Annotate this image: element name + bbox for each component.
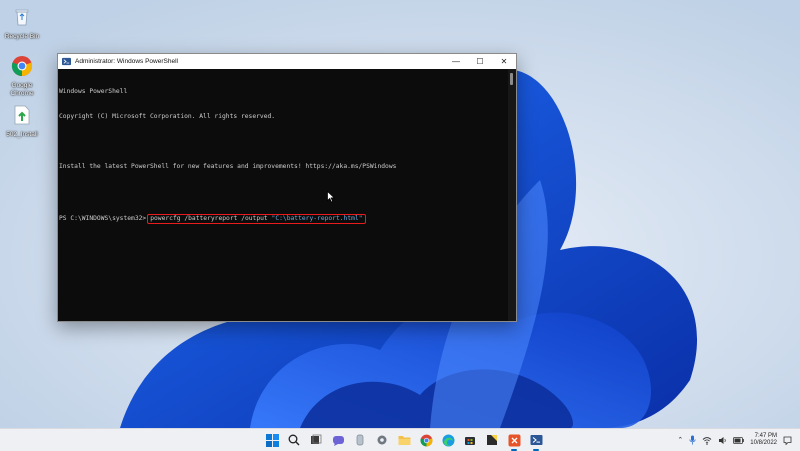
taskbar: ⌃ 7:47 PM 10/8/2022 [0,428,800,451]
settings-button[interactable] [374,432,390,448]
desktop-icon-label: Recycle Bin [4,33,40,40]
search-icon [288,434,300,446]
powershell-icon [62,57,71,66]
snipping-tool-icon [508,434,520,446]
chrome-taskbar-button[interactable] [418,432,434,448]
command-text: powercfg /batteryreport /output [150,214,268,222]
widgets-button[interactable] [352,432,368,448]
powershell-taskbar-button[interactable] [528,432,544,451]
console-line: Install the latest PowerShell for new fe… [59,163,397,171]
edge-icon [442,434,454,446]
taskbar-apps [264,432,544,451]
chrome-icon [420,434,432,446]
console-output[interactable]: Windows PowerShell Copyright (C) Microso… [58,69,508,321]
powershell-icon [530,435,542,445]
console-scrollbar[interactable] [508,69,516,321]
volume-icon[interactable] [718,436,727,445]
maximize-button[interactable]: ☐ [468,54,492,69]
start-button[interactable] [264,432,280,448]
powershell-window[interactable]: Administrator: Windows PowerShell — ☐ ✕ … [57,53,517,322]
installer-icon [14,105,30,125]
store-button[interactable] [462,432,478,448]
window-title: Administrator: Windows PowerShell [75,58,178,65]
clock-date: 10/8/2022 [750,440,777,446]
battery-icon[interactable] [733,436,745,444]
widgets-icon [356,434,364,446]
taskbar-search-button[interactable] [286,432,302,448]
clock[interactable]: 7:47 PM 10/8/2022 [750,433,777,448]
console-prompt: PS C:\WINDOWS\system32> [59,214,147,222]
chrome-icon [11,56,33,77]
chat-icon [332,435,344,446]
task-view-icon [311,434,322,444]
task-view-button[interactable] [308,432,324,448]
chevron-up-icon[interactable]: ⌃ [677,436,683,444]
command-argument: "C:\battery-report.html" [271,214,363,222]
minimize-button[interactable]: — [444,54,468,69]
mouse-cursor-icon [327,191,335,203]
desktop-icon-google-chrome[interactable]: Google Chrome [0,55,44,98]
recycle-bin-icon [15,9,29,26]
scrollbar-thumb[interactable] [510,73,513,85]
chat-button[interactable] [330,432,346,448]
gear-icon [377,435,387,445]
windows-start-icon [265,433,279,447]
console-prompt-line: PS C:\WINDOWS\system32> powercfg /battery… [59,213,508,225]
wifi-icon[interactable] [702,436,712,445]
store-icon [465,437,475,445]
notification-icon[interactable] [783,436,792,445]
highlighted-command: powercfg /batteryreport /output "C:\batt… [147,213,366,225]
system-tray: ⌃ 7:47 PM 10/8/2022 [677,431,792,449]
snipping-tool-button[interactable] [506,432,522,451]
console-line: Windows PowerShell [59,87,128,95]
folder-icon [398,436,410,445]
desktop-icon-recycle-bin[interactable]: Recycle Bin [0,6,44,41]
window-titlebar[interactable]: Administrator: Windows PowerShell — ☐ ✕ [58,54,516,69]
microphone-icon[interactable] [689,435,696,445]
close-button[interactable]: ✕ [492,54,516,69]
edge-button[interactable] [440,432,456,448]
desktop-icon-label: 502_Install [6,131,38,138]
desktop-icon-label: Google Chrome [10,82,34,97]
sticky-notes-icon [487,435,497,445]
sticky-notes-button[interactable] [484,432,500,448]
console-line: Copyright (C) Microsoft Corporation. All… [59,113,276,121]
clock-time: 7:47 PM [754,432,777,439]
desktop-icon-installer[interactable]: 502_Install [0,104,44,139]
file-explorer-button[interactable] [396,432,412,448]
